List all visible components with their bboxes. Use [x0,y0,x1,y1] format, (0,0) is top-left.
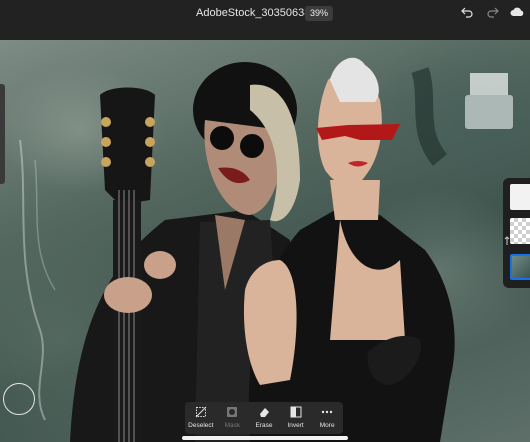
deselect-icon [195,406,207,418]
top-bar: AdobeStock_303506380 (1) 39% [0,0,530,40]
photo-canvas[interactable] [0,40,530,442]
more-label: More [319,422,335,429]
invert-icon [290,406,302,418]
invert-button[interactable]: Invert [280,402,312,434]
mask-label: Mask [224,422,241,429]
erase-button[interactable]: Erase [248,402,280,434]
deselect-label: Deselect [188,422,214,429]
eraser-icon [259,408,269,417]
undo-icon[interactable] [459,4,475,20]
canvas-photo [19,57,513,442]
left-tool-panel-edge[interactable] [0,84,5,184]
mask-button[interactable]: Mask [217,402,249,434]
more-button[interactable]: More [311,402,343,434]
more-icon [321,410,333,414]
erase-label: Erase [255,422,273,429]
deselect-button[interactable]: Deselect [185,402,217,434]
layer-thumbnail[interactable] [510,184,530,210]
brush-cursor [3,383,35,415]
layer-thumbnail-selected[interactable] [510,254,530,280]
invert-label: Invert [287,422,304,429]
redo-icon[interactable] [485,4,501,20]
layer-thumbnail[interactable] [510,218,530,244]
layers-panel [503,178,530,288]
mask-icon [227,407,238,417]
selection-toolbar: Deselect Mask Erase Invert More [185,402,343,434]
cloud-icon[interactable] [509,4,525,20]
home-indicator[interactable] [182,436,348,440]
zoom-level[interactable]: 39% [305,6,333,21]
